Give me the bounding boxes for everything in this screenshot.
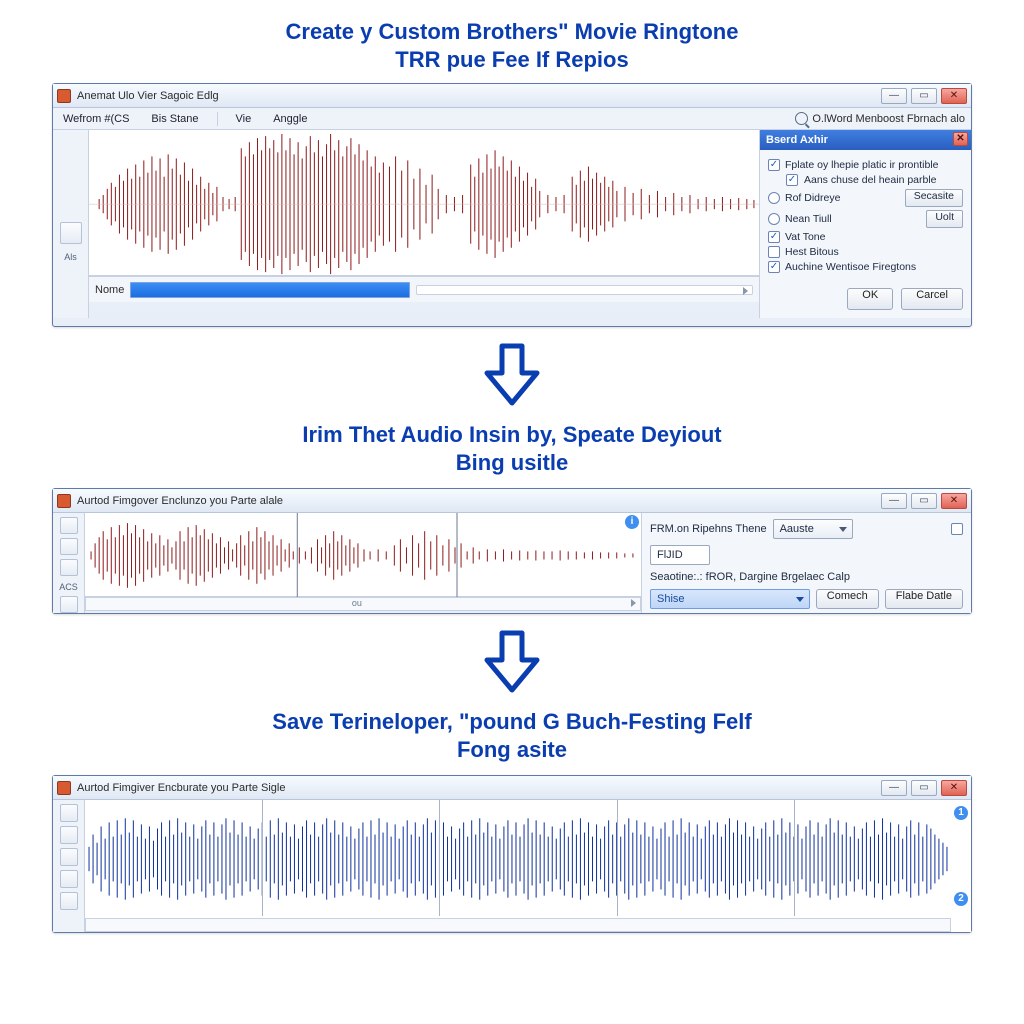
flow-arrow-2: [477, 628, 547, 698]
status-bar-step1: Nome: [89, 276, 759, 302]
form-label-seaotine: Seaotine:.: fROR, Dargine Brgelaec Calp: [650, 571, 850, 583]
step3-title-line1: Save Terineloper, "pound G Buch-Festing …: [50, 708, 974, 736]
menu-search-group: O.lWord Menboost Fbrnach alo: [795, 112, 965, 125]
form-pane-step2: FRM.on Ripehns Thene Aauste FlJID Seaoti…: [641, 513, 971, 613]
checkbox-auchine-label: Auchine Wentisoe Firegtons: [785, 261, 916, 273]
tool-button[interactable]: [60, 804, 78, 822]
flabe-datle-button[interactable]: Flabe Datle: [885, 589, 963, 609]
status-scroll-track[interactable]: [416, 285, 753, 295]
window-title-step3: Aurtod Fimgiver Encburate you Parte Sigl…: [77, 782, 881, 794]
tool-button[interactable]: [60, 596, 78, 613]
app-icon: [57, 494, 71, 508]
checkbox-fplate[interactable]: [768, 159, 780, 171]
step3-title-line2: Fong asite: [50, 736, 974, 764]
format-dropdown[interactable]: Aauste: [773, 519, 853, 539]
timeline-scrollbar-step2[interactable]: ou: [85, 597, 641, 611]
waveform-pane-step3[interactable]: 1 2: [85, 800, 971, 932]
checkbox-hest-label: Hest Bitous: [785, 246, 839, 258]
minimize-button[interactable]: —: [881, 88, 907, 104]
options-pane: Bserd Axhir ✕ Fplate oy lhepie platic ir…: [759, 130, 971, 318]
tool-button-1[interactable]: [60, 222, 82, 244]
close-button[interactable]: ✕: [941, 88, 967, 104]
titlebar-step1: Anemat Ulo Vier Sagoic Edlg — ▭ ✕: [53, 84, 971, 108]
tool-label-acs: ACS: [59, 582, 78, 592]
menu-item-stane[interactable]: Bis Stane: [147, 111, 202, 127]
tool-button[interactable]: [60, 848, 78, 866]
info-badge-2[interactable]: 2: [954, 892, 968, 906]
info-badge-top[interactable]: i: [625, 515, 639, 529]
waveform-pane-step2[interactable]: i: [85, 513, 641, 597]
ok-button[interactable]: OK: [847, 288, 893, 310]
tool-button[interactable]: [60, 559, 78, 576]
maximize-button[interactable]: ▭: [911, 493, 937, 509]
tool-button[interactable]: [60, 517, 78, 534]
comech-button[interactable]: Comech: [816, 589, 879, 609]
uot-button[interactable]: Uolt: [926, 210, 963, 228]
maximize-button[interactable]: ▭: [911, 780, 937, 796]
step2-title-line1: Irim Thet Audio Insin by, Speate Deyiout: [50, 421, 974, 449]
tool-label-als: Als: [64, 252, 77, 262]
info-badge-1[interactable]: 1: [954, 806, 968, 820]
options-pane-title: Bserd Axhir: [766, 134, 828, 146]
page-title-line2: TRR pue Fee If Repios: [50, 46, 974, 74]
checkbox-fplate-label: Fplate oy lhepie platic ir prontible: [785, 159, 939, 171]
menu-search-label: O.lWord Menboost Fbrnach alo: [812, 113, 965, 125]
form-label-frm: FRM.on Ripehns Thene: [650, 523, 767, 535]
tool-button[interactable]: [60, 892, 78, 910]
track-marker-label: ou: [352, 598, 362, 608]
app-icon: [57, 781, 71, 795]
checkbox-hest[interactable]: [768, 246, 780, 258]
menu-separator: [217, 112, 218, 126]
options-pane-close-button[interactable]: ✕: [953, 132, 968, 146]
tool-button[interactable]: [60, 870, 78, 888]
page-title-line1: Create y Custom Brothers" Movie Ringtone: [50, 18, 974, 46]
left-toolbar-step1: Als: [53, 130, 89, 318]
menu-item-wefrom[interactable]: Wefrom #(CS: [59, 111, 133, 127]
menubar-step1: Wefrom #(CS Bis Stane Vie Anggle O.lWord…: [53, 108, 971, 130]
minimize-button[interactable]: —: [881, 493, 907, 509]
search-icon[interactable]: [795, 112, 808, 125]
titlebar-step2: Aurtod Fimgover Enclunzo you Parte alale…: [53, 489, 971, 513]
radio-rof-label: Rof Didreye: [785, 192, 840, 204]
maximize-button[interactable]: ▭: [911, 88, 937, 104]
window-title-step2: Aurtod Fimgover Enclunzo you Parte alale: [77, 495, 881, 507]
checkbox-aans[interactable]: [786, 174, 798, 186]
chevron-right-icon[interactable]: [631, 599, 636, 607]
close-button[interactable]: ✕: [941, 780, 967, 796]
step2-title-line2: Bing usitle: [50, 449, 974, 477]
flow-arrow-1: [477, 341, 547, 411]
status-label-nome: Nome: [95, 284, 124, 296]
timeline-scrollbar-step3[interactable]: [85, 918, 951, 932]
checkbox-aans-label: Aans chuse del heain parble: [804, 174, 937, 186]
left-toolbar-step2: ACS: [53, 513, 85, 613]
output-path-dropdown[interactable]: Shise: [650, 589, 810, 609]
radio-rof[interactable]: [768, 192, 780, 204]
field-flid[interactable]: FlJID: [650, 545, 710, 565]
checkbox-auchine[interactable]: [768, 261, 780, 273]
secasite-button[interactable]: Secasite: [905, 189, 963, 207]
checkbox-vat[interactable]: [768, 231, 780, 243]
menu-item-anggle[interactable]: Anggle: [269, 111, 311, 127]
name-input[interactable]: [130, 282, 410, 298]
mini-checkbox[interactable]: [951, 523, 963, 535]
minimize-button[interactable]: —: [881, 780, 907, 796]
radio-nean[interactable]: [768, 213, 780, 225]
left-toolbar-step3: [53, 800, 85, 932]
window-title-step1: Anemat Ulo Vier Sagoic Edlg: [77, 90, 881, 102]
close-button[interactable]: ✕: [941, 493, 967, 509]
tool-button[interactable]: [60, 538, 78, 555]
cancel-button[interactable]: Carcel: [901, 288, 963, 310]
app-icon: [57, 89, 71, 103]
options-pane-header: Bserd Axhir ✕: [760, 130, 971, 150]
editor-window-step2: Aurtod Fimgover Enclunzo you Parte alale…: [52, 488, 972, 614]
tool-button[interactable]: [60, 826, 78, 844]
waveform-pane-step1[interactable]: [89, 130, 759, 276]
checkbox-vat-label: Vat Tone: [785, 231, 825, 243]
menu-item-vie[interactable]: Vie: [232, 111, 256, 127]
editor-window-step3: Aurtod Fimgiver Encburate you Parte Sigl…: [52, 775, 972, 933]
titlebar-step3: Aurtod Fimgiver Encburate you Parte Sigl…: [53, 776, 971, 800]
radio-nean-label: Nean Tiull: [785, 213, 832, 225]
editor-window-step1: Anemat Ulo Vier Sagoic Edlg — ▭ ✕ Wefrom…: [52, 83, 972, 327]
